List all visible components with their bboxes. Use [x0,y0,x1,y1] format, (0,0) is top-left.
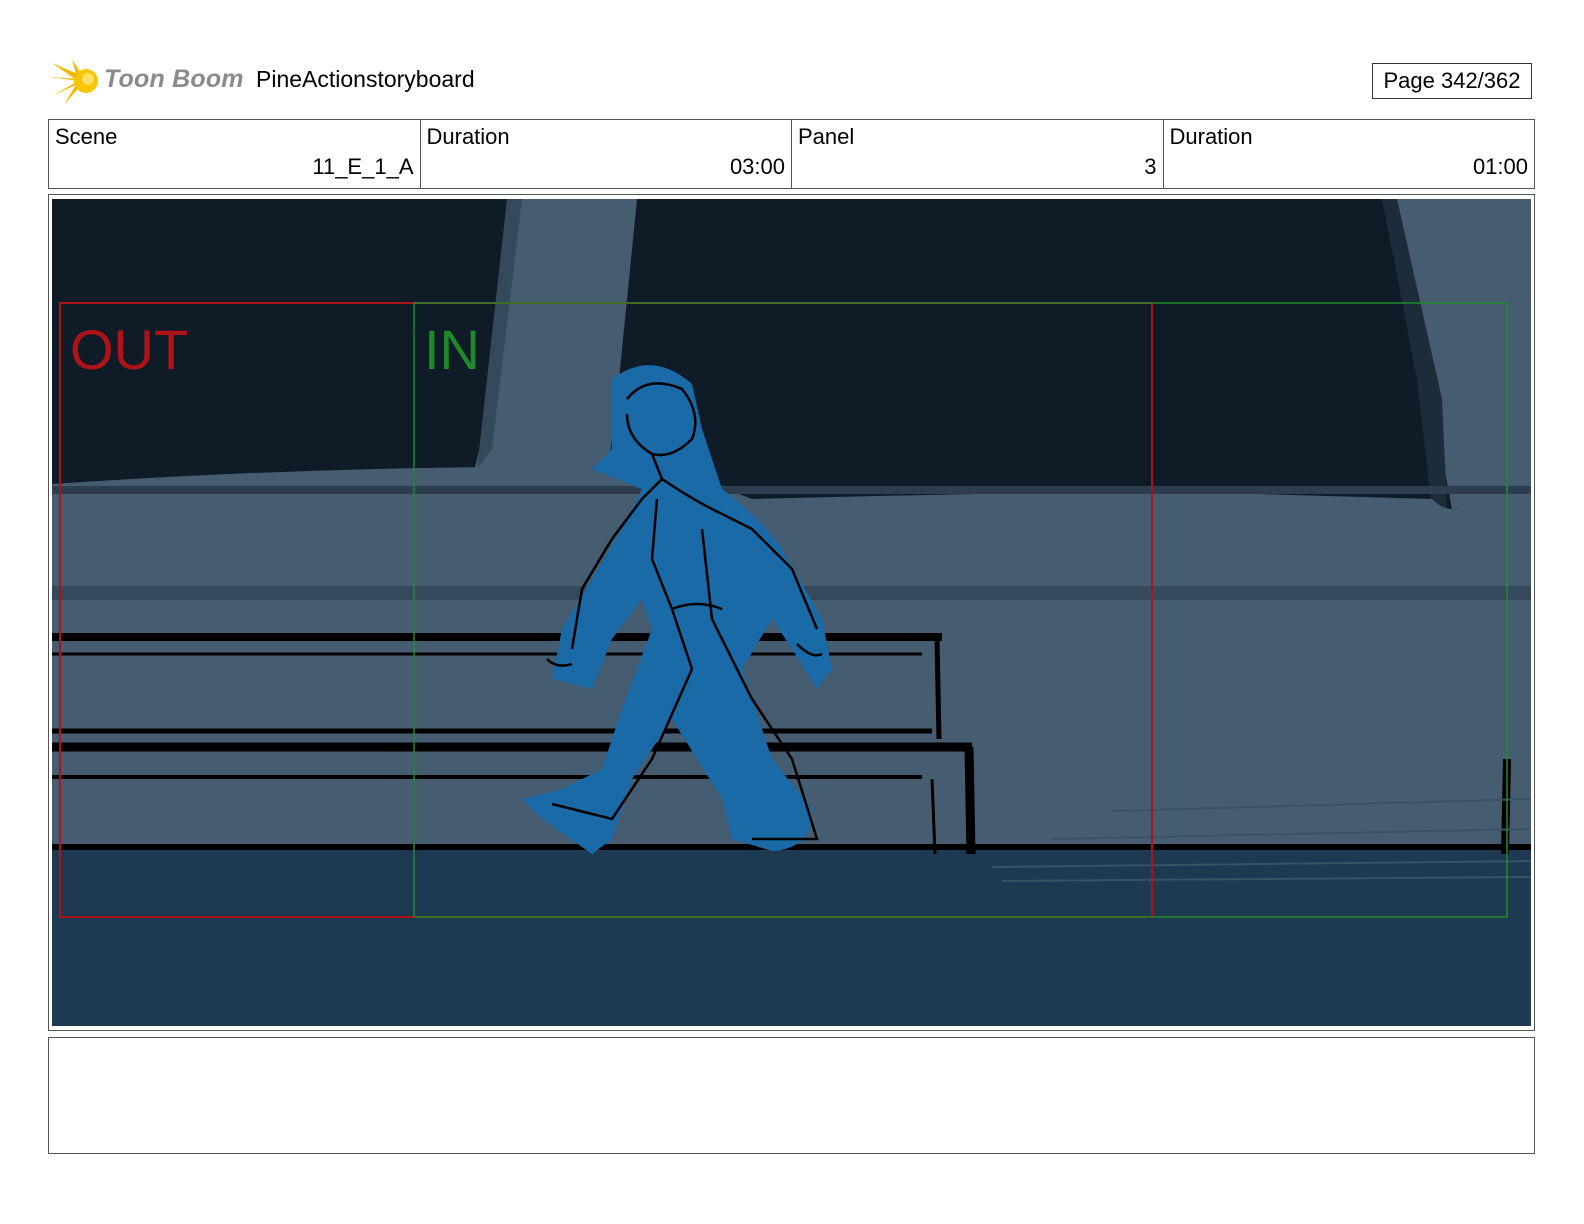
panel-label: Panel [798,124,855,149]
out-label: OUT [70,318,188,381]
scene-duration-label: Duration [426,124,510,149]
logo-text: Toon Boom [104,65,244,93]
project-title: PineActionstoryboard [256,66,475,92]
toon-boom-logo: Toon Boom [50,55,244,107]
panel-duration-cell: Duration 01:00 [1164,120,1535,188]
scene-duration-cell: Duration 03:00 [421,120,792,188]
page-number: Page 342/362 [1372,63,1532,99]
notes-area [48,1037,1535,1154]
storyboard-panel: OUT IN [48,194,1535,1031]
panel-artwork: OUT IN [52,199,1531,1026]
panel-duration-value: 01:00 [1472,154,1528,179]
scene-label: Scene [55,124,118,149]
in-label: IN [424,318,480,381]
scene-duration-value: 03:00 [729,154,785,179]
scene-cell: Scene 11_E_1_A [49,120,421,188]
floor-area [52,847,1531,1026]
scene-value: 11_E_1_A [312,154,414,179]
panel-cell: Panel 3 [792,120,1164,188]
starburst-icon [50,59,98,105]
panel-value: 3 [1144,154,1157,179]
wall-top-ledge [52,486,1531,494]
panel-info-row: Scene 11_E_1_A Duration 03:00 Panel 3 Du… [48,119,1535,189]
panel-duration-label: Duration [1169,124,1253,149]
